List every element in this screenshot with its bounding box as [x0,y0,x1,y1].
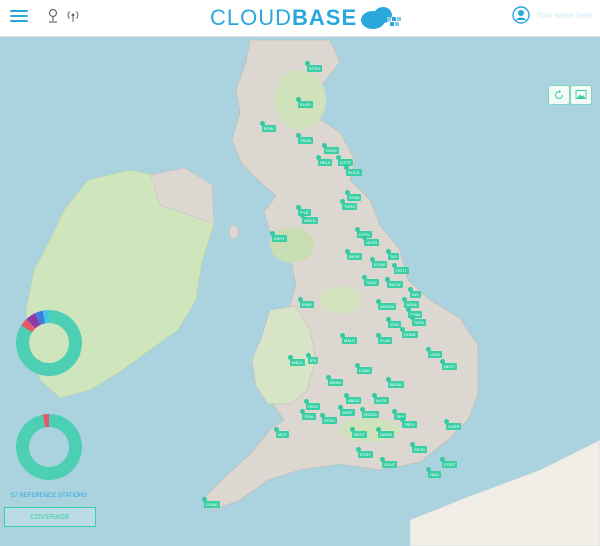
user-menu[interactable]: Your name here [512,6,593,24]
refresh-button[interactable] [548,85,570,105]
user-avatar-icon [512,6,530,24]
image-button[interactable] [570,85,592,105]
location-pin-icon [48,8,58,23]
coverage-button[interactable]: COVERAGE [4,507,96,527]
coverage-donut-bottom [15,414,82,480]
logo-text: CLOUDBASE [210,5,358,30]
reference-stations-label: 57 REFERENCE STATIONS [11,493,88,499]
top-bar: CLOUDBASE Your name here [0,0,600,37]
coverage-donut-top [15,310,82,376]
cloud-logo-icon [361,7,402,29]
hamburger-icon [10,10,28,12]
image-icon [575,90,587,99]
refresh-icon [555,89,563,99]
broadcast-icon [67,11,79,22]
location-pin-button[interactable] [46,8,64,26]
map-base [25,39,600,546]
app-logo: CLOUDBASE [210,4,405,32]
map-view[interactable]: STOH ELHD EDIN TRAN DUNY HELS OTTE ROCK … [0,37,600,546]
broadcast-button[interactable] [65,8,83,26]
menu-button[interactable] [10,7,28,25]
user-name: Your name here [536,10,593,20]
